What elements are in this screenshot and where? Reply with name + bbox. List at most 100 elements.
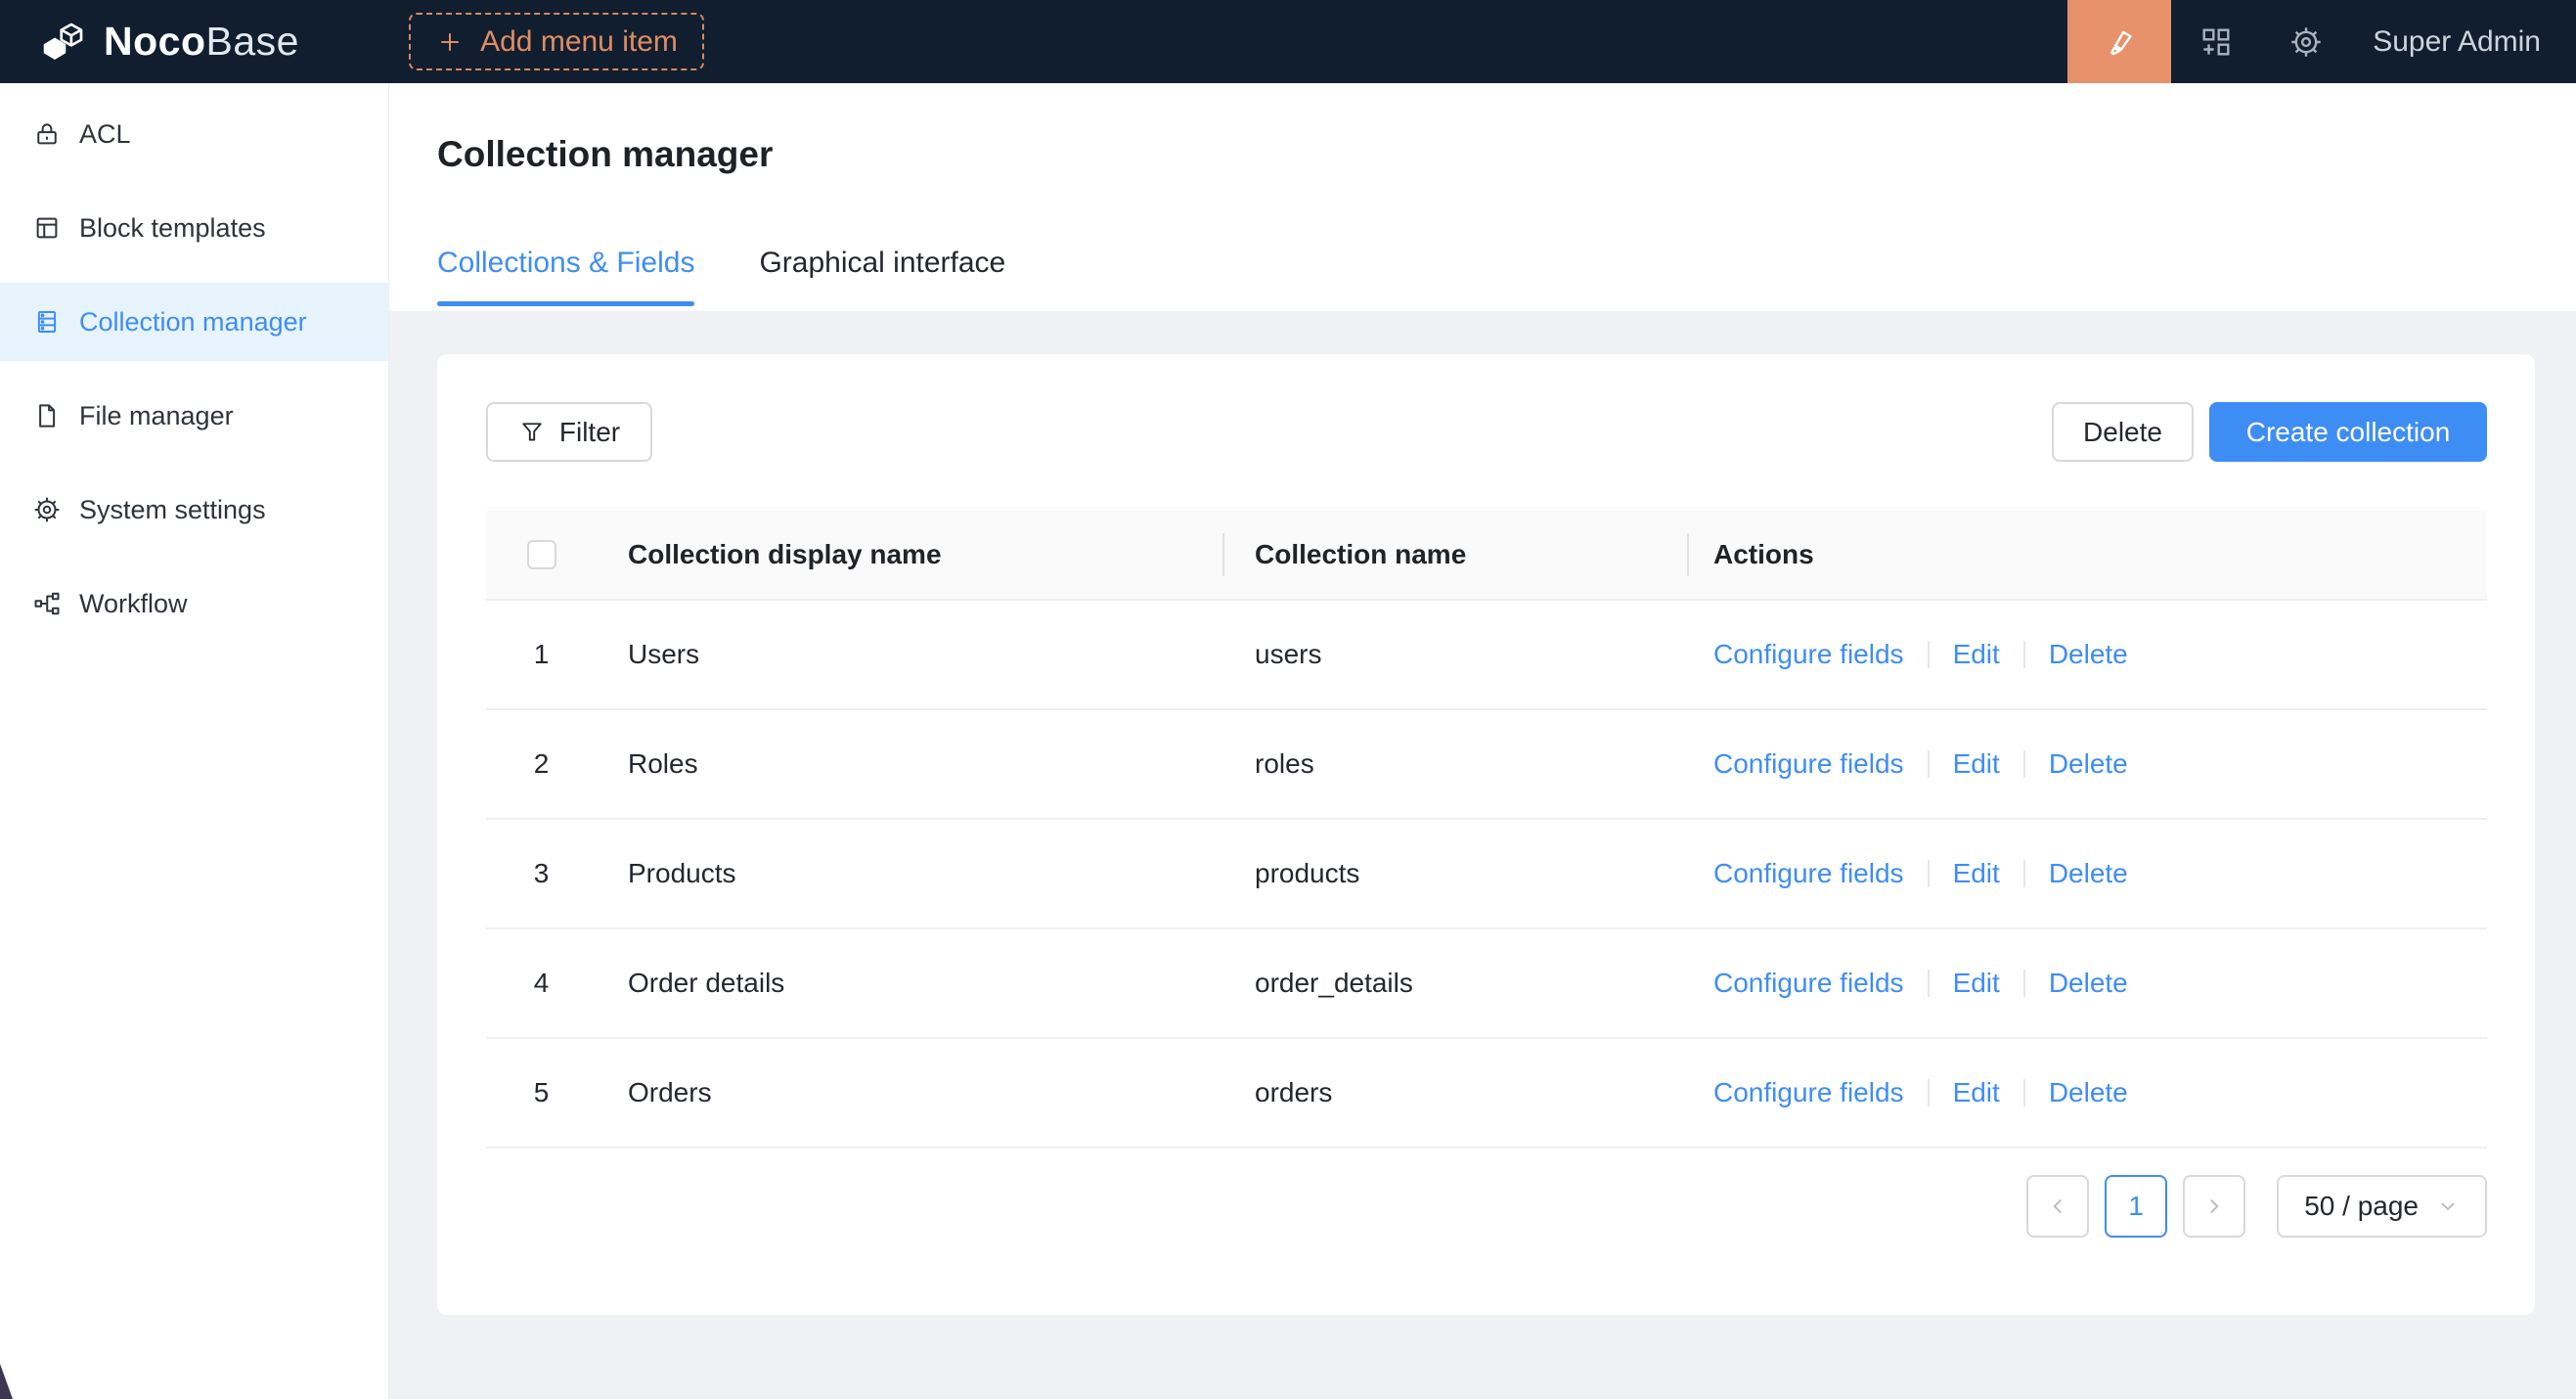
configure-fields-link[interactable]: Configure fields (1713, 639, 1904, 670)
user-menu[interactable]: Super Admin (2373, 25, 2541, 59)
cell-actions: Configure fields Edit Delete (1689, 858, 2487, 889)
plugins-button[interactable] (2171, 0, 2261, 83)
table-row[interactable]: 2 Roles roles Configure fieldsEditDelete (486, 710, 2487, 820)
row-index: 4 (486, 968, 597, 999)
ui-editor-button[interactable] (2067, 0, 2171, 83)
edit-link[interactable]: Edit (1953, 639, 2000, 670)
table-toolbar: Filter Delete Create collection (486, 402, 2487, 462)
delete-link[interactable]: Delete (2049, 858, 2128, 889)
sidebar-item-file-manager[interactable]: File manager (0, 377, 388, 455)
sidebar-item-system-settings[interactable]: System settings (0, 471, 388, 549)
cell-collection-name: products (1224, 858, 1689, 889)
sidebar-item-label: ACL (79, 119, 131, 150)
sidebar-item-label: System settings (79, 495, 266, 525)
cell-actions: Configure fields Edit Delete (1689, 639, 2487, 670)
tab-graphical-interface[interactable]: Graphical interface (759, 247, 1005, 306)
action-divider (2023, 970, 2025, 997)
table-header: Collection display name Collection name … (486, 511, 2487, 601)
table-row[interactable]: 3 Products products Configure fields Edit… (486, 820, 2487, 929)
configure-fields-link[interactable]: Configure fields (1713, 748, 1904, 780)
topbar: NocoBase Add menu item Super (0, 0, 2576, 83)
cell-collection-name: users (1224, 639, 1689, 670)
layout-icon (32, 213, 62, 243)
action-divider (1928, 750, 1930, 778)
action-divider (2023, 860, 2025, 887)
cell-collection-name: order_details (1224, 968, 1689, 999)
sidebar-item-workflow[interactable]: Workflow (0, 564, 388, 643)
delete-button[interactable]: Delete (2052, 402, 2194, 462)
column-header-actions: Actions (1689, 539, 2487, 570)
sidebar: ACL Block templates Collection manager F… (0, 83, 389, 1399)
content-area: Filter Delete Create collection Collecti… (389, 311, 2576, 1399)
sidebar-item-collection-manager[interactable]: Collection manager (0, 283, 388, 361)
cell-display-name: Order details (597, 968, 1224, 999)
page-size-select[interactable]: 50 / page (2277, 1175, 2487, 1238)
edit-link[interactable]: Edit (1953, 858, 2000, 889)
select-all-checkbox[interactable] (527, 540, 556, 569)
delete-link[interactable]: Delete (2049, 748, 2128, 780)
table-row[interactable]: 4 Order details order_details Configure … (486, 929, 2487, 1039)
configure-fields-link[interactable]: Configure fields (1713, 858, 1904, 889)
logo-text: NocoBase (104, 22, 299, 62)
nocobase-logo[interactable]: NocoBase (37, 16, 299, 68)
action-divider (2023, 1079, 2025, 1106)
create-collection-button[interactable]: Create collection (2209, 402, 2487, 462)
cell-display-name: Products (597, 858, 1224, 889)
sidebar-item-label: Collection manager (79, 307, 307, 338)
cell-actions: Configure fields Edit Delete (1689, 968, 2487, 999)
appstore-add-icon (2198, 24, 2234, 60)
gear-icon (32, 495, 62, 524)
edit-link[interactable]: Edit (1953, 748, 2000, 780)
pagination: 1 50 / page (486, 1175, 2487, 1238)
next-page-button[interactable] (2183, 1175, 2245, 1238)
action-divider (1928, 641, 1930, 668)
row-index: 5 (486, 1077, 597, 1108)
page-number-button[interactable]: 1 (2105, 1175, 2167, 1238)
cell-display-name: Roles (597, 748, 1224, 780)
sidebar-item-block-templates[interactable]: Block templates (0, 189, 388, 267)
collection-icon (32, 307, 62, 337)
action-divider (2023, 641, 2025, 668)
delete-link[interactable]: Delete (2049, 639, 2128, 670)
chevron-left-icon (2045, 1194, 2070, 1219)
collections-card: Filter Delete Create collection Collecti… (437, 354, 2535, 1315)
logo-text-primary: Noco (104, 19, 206, 64)
filter-icon (518, 419, 546, 446)
row-index: 2 (486, 748, 597, 780)
settings-button[interactable] (2261, 0, 2351, 83)
edit-link[interactable]: Edit (1953, 1077, 2000, 1108)
table-row[interactable]: 5 Orders orders Configure fields Edit Dele… (486, 1039, 2487, 1149)
workflow-icon (32, 589, 62, 618)
cube-logo-icon (37, 16, 90, 68)
delete-link[interactable]: Delete (2049, 968, 2128, 999)
highlighter-icon (2102, 24, 2137, 60)
previous-page-button[interactable] (2026, 1175, 2089, 1238)
action-divider (1928, 860, 1930, 887)
logo-text-secondary: Base (206, 19, 299, 64)
configure-fields-link[interactable]: Configure fields (1713, 1077, 1904, 1108)
table-row[interactable]: 1 Users users Configure fieldsEditDelete (486, 601, 2487, 710)
action-divider (2023, 750, 2025, 778)
cell-actions: Configure fields Edit Delete (1689, 1077, 2487, 1108)
row-index: 1 (486, 639, 597, 670)
filter-label: Filter (559, 417, 620, 448)
sidebar-item-label: File manager (79, 401, 234, 431)
topbar-right: Super Admin (2067, 0, 2576, 83)
lock-icon (32, 119, 62, 149)
page-header: Collection manager Collections & Fields … (389, 83, 2576, 311)
edit-link[interactable]: Edit (1953, 968, 2000, 999)
chevron-down-icon (2436, 1195, 2460, 1218)
filter-button[interactable]: Filter (486, 402, 652, 462)
file-icon (32, 401, 62, 430)
configure-fields-link[interactable]: Configure fields (1713, 968, 1904, 999)
column-header-display-name: Collection display name (597, 539, 1224, 570)
tab-collections-fields[interactable]: Collections & Fields (437, 247, 694, 306)
cell-display-name: Orders (597, 1077, 1224, 1108)
delete-link[interactable]: Delete (2049, 1077, 2128, 1108)
add-menu-item-button[interactable]: Add menu item (409, 13, 704, 70)
chevron-right-icon (2201, 1194, 2227, 1219)
sidebar-item-acl[interactable]: ACL (0, 95, 388, 173)
header-checkbox-cell (486, 540, 597, 569)
row-index: 3 (486, 858, 597, 889)
cell-collection-name: orders (1224, 1077, 1689, 1108)
